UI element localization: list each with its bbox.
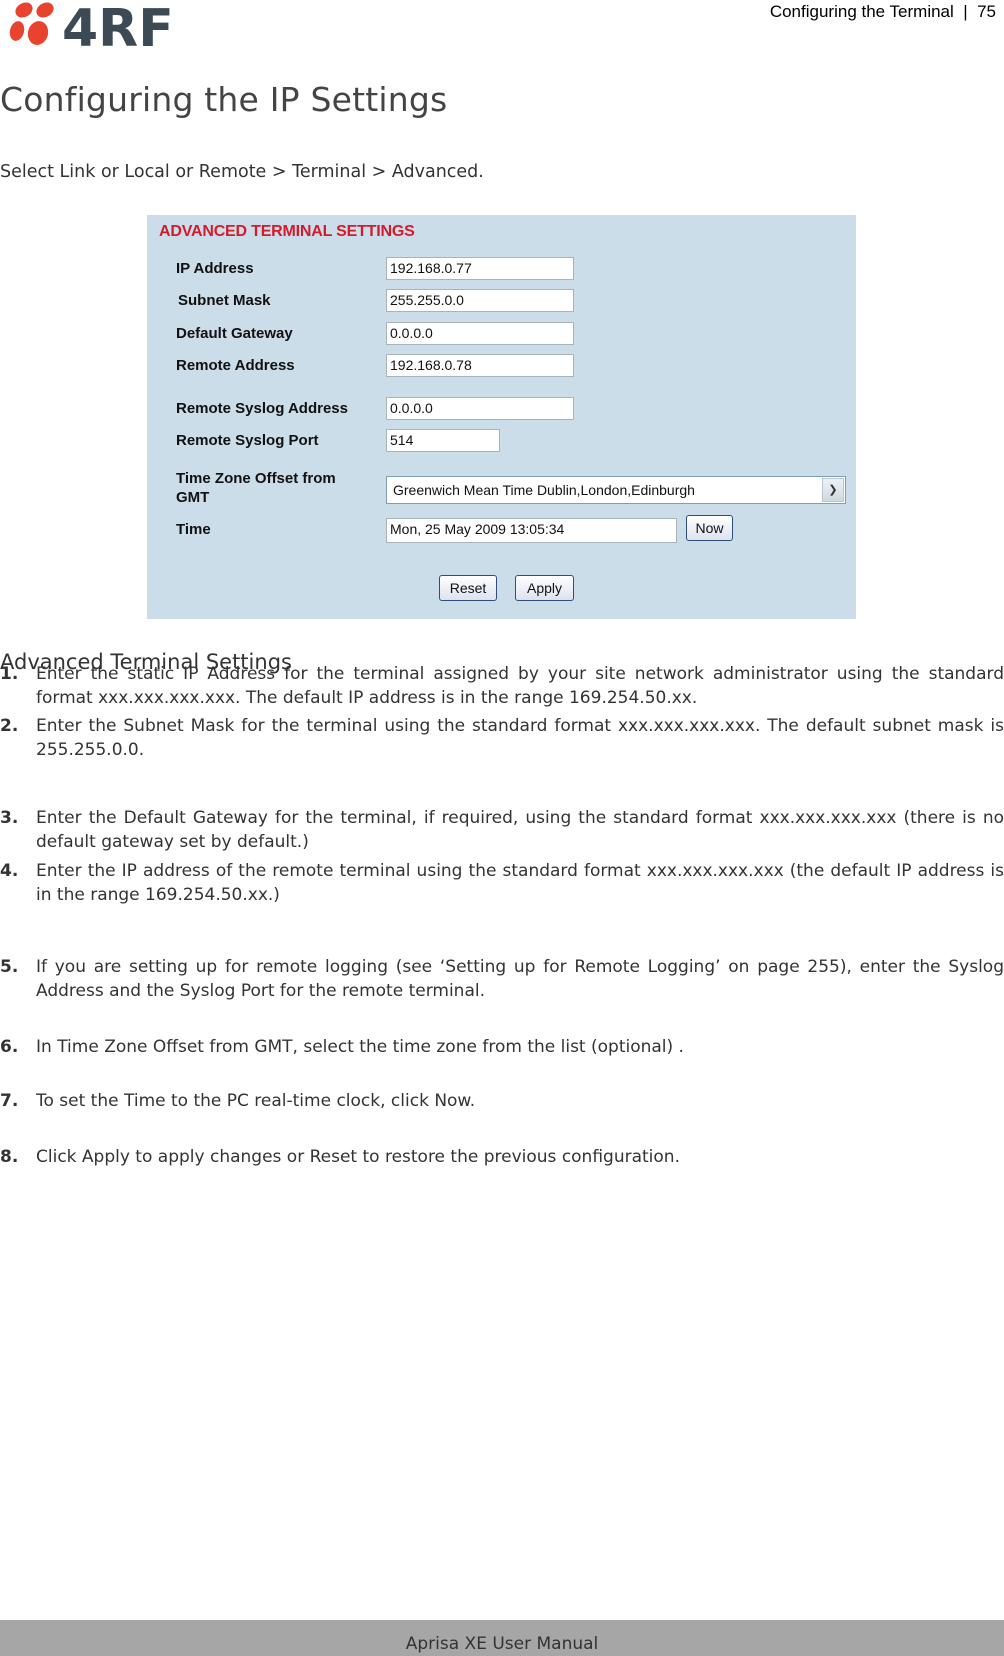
remote-syslog-address-label: Remote Syslog Address bbox=[176, 400, 348, 417]
time-zone-label-line1: Time Zone Offset from bbox=[176, 470, 336, 487]
time-zone-label: Time Zone Offset from GMT bbox=[176, 469, 336, 507]
step-text: Enter the Subnet Mask for the terminal u… bbox=[36, 716, 1004, 760]
footer-text: Aprisa XE User Manual bbox=[405, 1634, 599, 1654]
remote-address-input[interactable]: 192.168.0.78 bbox=[386, 354, 574, 377]
reset-button[interactable]: Reset bbox=[439, 575, 497, 601]
step-text: Enter the static IP Address for the term… bbox=[36, 664, 1004, 708]
step-text: Enter the Default Gateway for the termin… bbox=[36, 808, 1004, 852]
remote-syslog-port-label: Remote Syslog Port bbox=[176, 432, 319, 449]
logo-text: 4RF bbox=[62, 0, 174, 48]
page-footer: Aprisa XE User Manual bbox=[0, 1620, 1004, 1656]
step-number: 1. bbox=[0, 664, 19, 684]
time-input[interactable]: Mon, 25 May 2009 13:05:34 bbox=[386, 518, 677, 543]
running-header: Configuring the Terminal | 75 bbox=[769, 2, 996, 21]
step-item: 7. To set the Time to the PC real-time c… bbox=[0, 1089, 1004, 1113]
default-gateway-label: Default Gateway bbox=[176, 325, 293, 342]
step-number: 4. bbox=[0, 861, 19, 881]
step-item: 2. Enter the Subnet Mask for the termina… bbox=[0, 714, 1004, 762]
step-text: In Time Zone Offset from GMT, select the… bbox=[36, 1037, 684, 1057]
ip-address-label: IP Address bbox=[176, 260, 254, 277]
apply-button[interactable]: Apply bbox=[515, 575, 574, 601]
step-number: 2. bbox=[0, 716, 19, 736]
ip-address-input[interactable]: 192.168.0.77 bbox=[386, 257, 574, 280]
step-item: 4. Enter the IP address of the remote te… bbox=[0, 859, 1004, 907]
remote-address-label: Remote Address bbox=[176, 357, 295, 374]
step-item: 3. Enter the Default Gateway for the ter… bbox=[0, 806, 1004, 854]
subnet-mask-label: Subnet Mask bbox=[178, 292, 271, 309]
subnet-mask-input[interactable]: 255.255.0.0 bbox=[386, 289, 574, 312]
4rf-logo: 4RF bbox=[4, 0, 184, 59]
step-number: 7. bbox=[0, 1091, 19, 1111]
step-number: 6. bbox=[0, 1037, 19, 1057]
now-button[interactable]: Now bbox=[686, 515, 733, 541]
step-text: To set the Time to the PC real-time cloc… bbox=[36, 1091, 476, 1111]
time-zone-selected-value: Greenwich Mean Time Dublin,London,Edinbu… bbox=[393, 482, 695, 498]
step-item: 8. Click Apply to apply changes or Reset… bbox=[0, 1145, 1004, 1169]
step-text: Click Apply to apply changes or Reset to… bbox=[36, 1147, 680, 1167]
step-text: If you are setting up for remote logging… bbox=[36, 957, 1004, 1001]
time-zone-select[interactable]: Greenwich Mean Time Dublin,London,Edinbu… bbox=[386, 476, 846, 504]
remote-syslog-port-input[interactable]: 514 bbox=[386, 429, 500, 452]
time-zone-label-line2: GMT bbox=[176, 489, 210, 506]
step-number: 5. bbox=[0, 957, 19, 977]
step-item: 1. Enter the static IP Address for the t… bbox=[0, 662, 1004, 710]
panel-title: ADVANCED TERMINAL SETTINGS bbox=[159, 223, 415, 240]
intro-text: Select Link or Local or Remote > Termina… bbox=[0, 162, 484, 182]
remote-syslog-address-input[interactable]: 0.0.0.0 bbox=[386, 397, 574, 420]
step-item: 5. If you are setting up for remote logg… bbox=[0, 955, 1004, 1003]
advanced-terminal-settings-panel: ADVANCED TERMINAL SETTINGS IP Address 19… bbox=[147, 215, 856, 619]
step-item: 6. In Time Zone Offset from GMT, select … bbox=[0, 1035, 1004, 1059]
chevron-down-icon[interactable]: ❯ bbox=[822, 478, 844, 502]
default-gateway-input[interactable]: 0.0.0.0 bbox=[386, 322, 574, 345]
step-text: Enter the IP address of the remote termi… bbox=[36, 861, 1004, 905]
step-number: 3. bbox=[0, 808, 19, 828]
time-label: Time bbox=[176, 521, 211, 538]
page-title: Configuring the IP Settings bbox=[0, 80, 448, 119]
step-number: 8. bbox=[0, 1147, 19, 1167]
